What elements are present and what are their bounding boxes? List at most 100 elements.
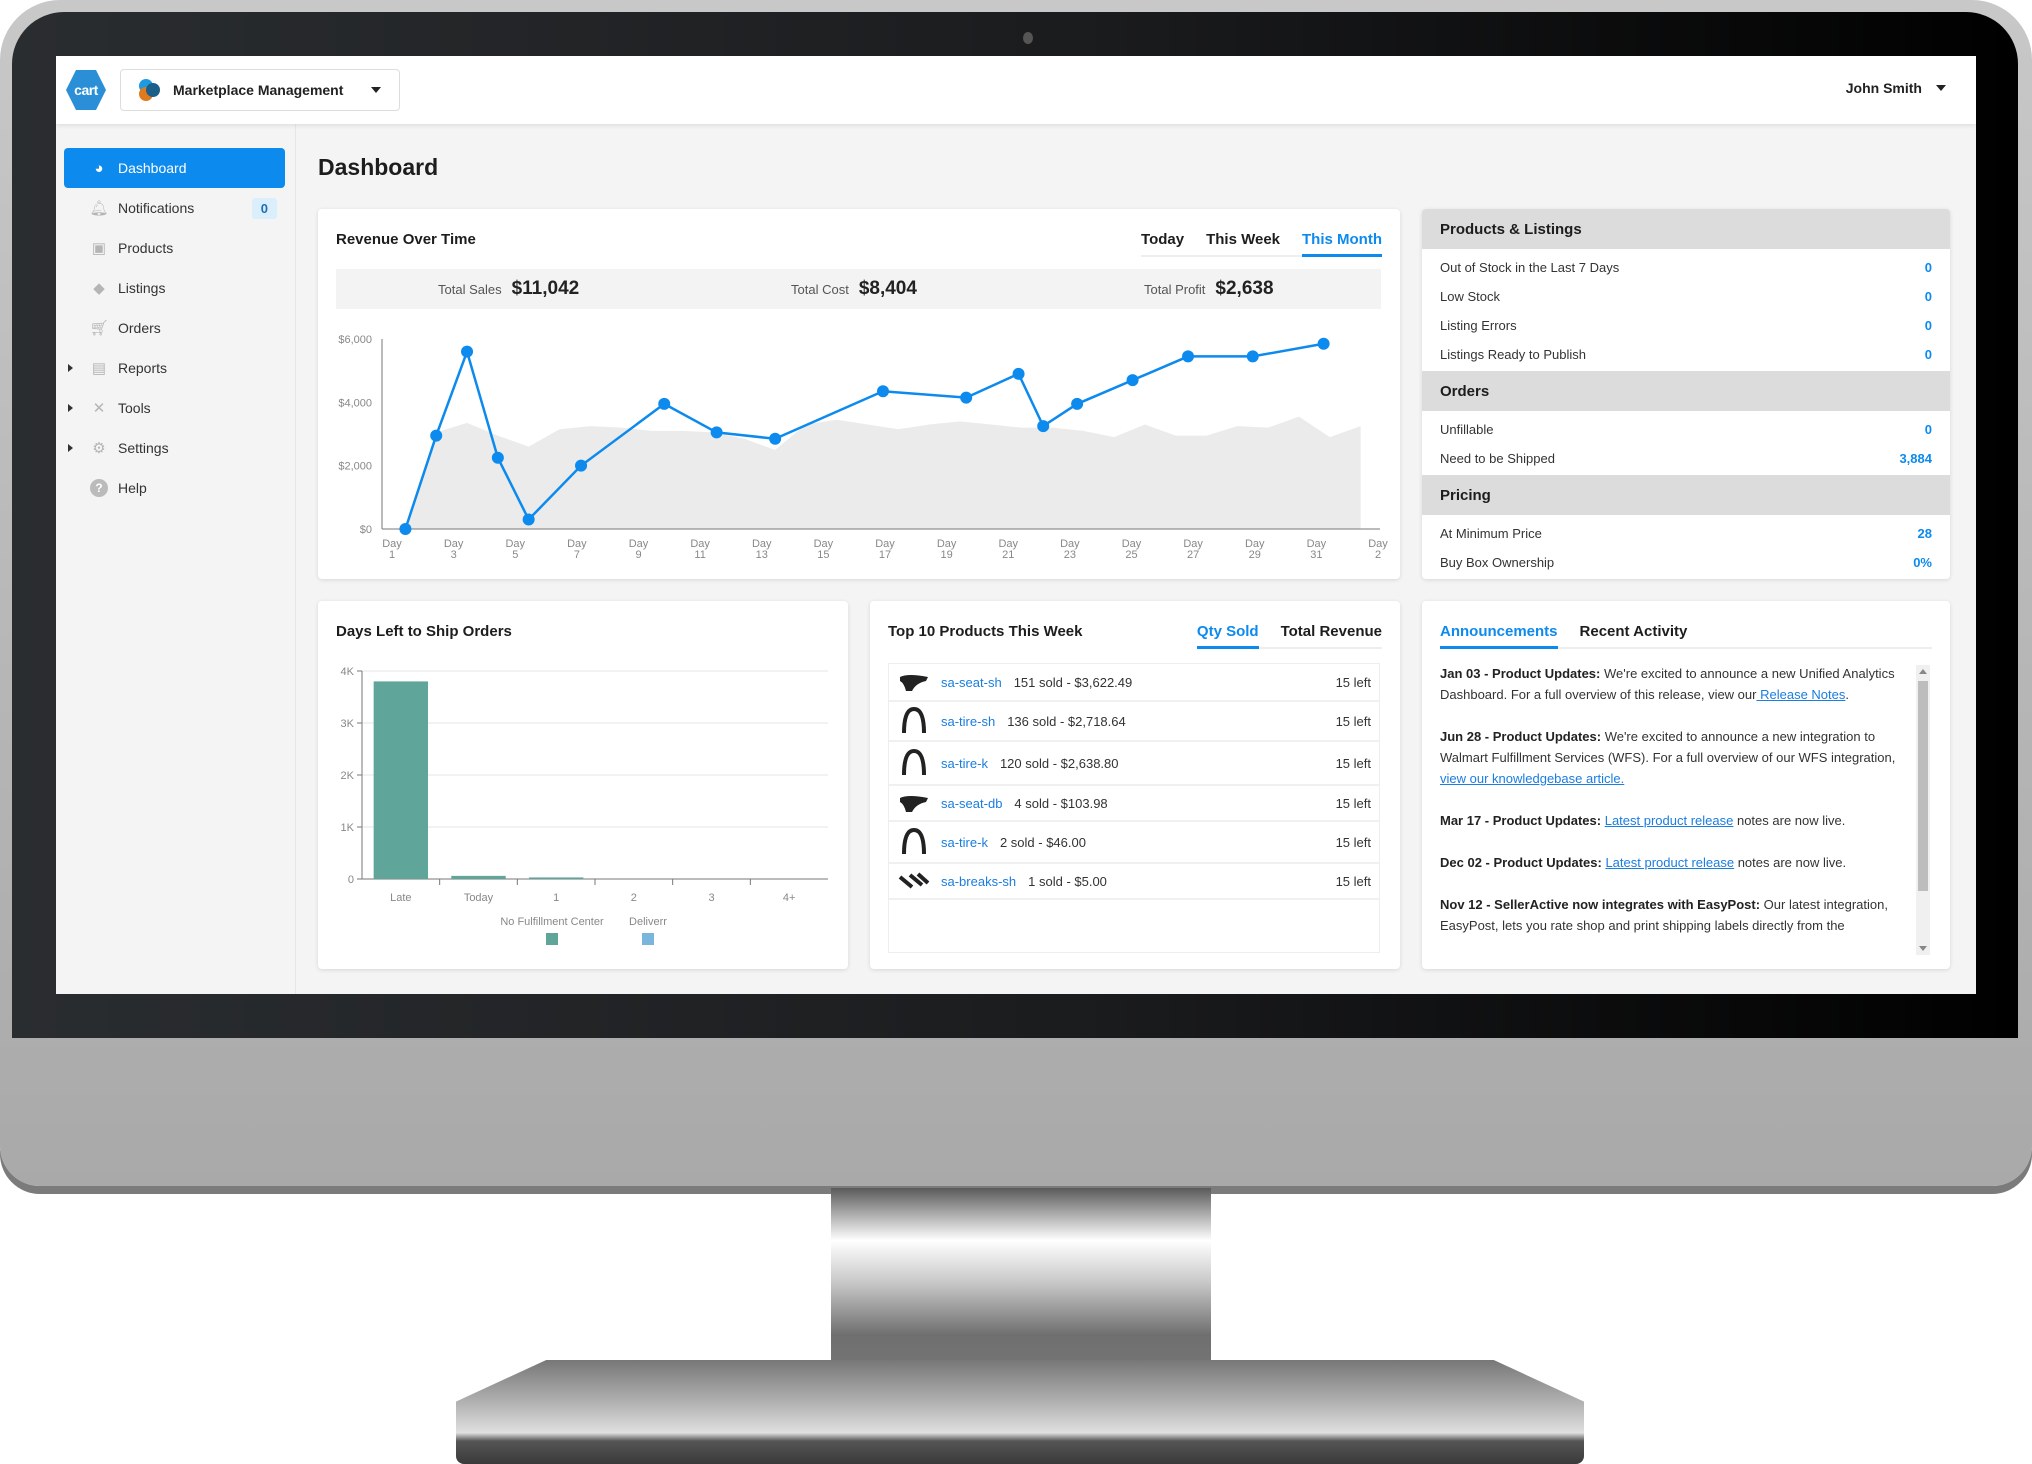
revenue-data-point[interactable]: [430, 429, 443, 442]
announcement-scrollbar[interactable]: [1916, 665, 1930, 955]
stat-value[interactable]: 28: [1918, 526, 1932, 541]
bar-no-fulfillment-center[interactable]: [373, 681, 429, 879]
x-tick-label: Day 9: [629, 538, 649, 561]
revenue-data-point[interactable]: [1037, 420, 1050, 433]
product-list: sa-seat-sh 151 sold - $3,622.49 15 left sa-…: [888, 663, 1380, 953]
tab-recent-activity[interactable]: Recent Activity: [1580, 623, 1688, 649]
sidebar-item-notifications[interactable]: 🔔︎ Notifications 0: [64, 188, 285, 228]
x-tick-label: Day 11: [690, 538, 710, 561]
announcement-heading: Nov 12 - SellerActive now integrates wit…: [1440, 897, 1761, 912]
chevron-down-icon: [371, 87, 381, 93]
tab-announcements[interactable]: Announcements: [1440, 623, 1558, 649]
sidebar-item-tools[interactable]: ✕ Tools: [64, 388, 285, 428]
box-icon: ▣: [91, 240, 107, 257]
y-tick-label: $2,000: [338, 461, 372, 473]
revenue-data-point[interactable]: [1012, 367, 1025, 380]
product-sku-link[interactable]: sa-breaks-sh: [941, 874, 1016, 889]
sidebar-item-help[interactable]: ? Help: [64, 468, 285, 508]
stats-row-buy-box-ownership[interactable]: Buy Box Ownership 0%: [1422, 548, 1950, 577]
stats-row-out-of-stock-in-the-last-7-days[interactable]: Out of Stock in the Last 7 Days 0: [1422, 253, 1950, 282]
announcement-link[interactable]: Latest product release: [1605, 813, 1734, 828]
product-sku-link[interactable]: sa-tire-k: [941, 756, 988, 771]
product-sku-link[interactable]: sa-seat-sh: [941, 675, 1002, 690]
stat-value[interactable]: 0%: [1913, 555, 1932, 570]
revenue-data-point[interactable]: [1246, 350, 1259, 363]
announcements-card: Announcements Recent Activity Jan 03 - Pr…: [1422, 601, 1950, 969]
revenue-data-point[interactable]: [769, 432, 782, 445]
announcement-link[interactable]: view our knowledgebase article.: [1440, 771, 1624, 786]
x-tick-label: Day 25: [1122, 538, 1142, 561]
sidebar-item-products[interactable]: ▣ Products: [64, 228, 285, 268]
product-row: sa-tire-k 2 sold - $46.00 15 left: [889, 822, 1379, 864]
stats-row-listings-ready-to-publish[interactable]: Listings Ready to Publish 0: [1422, 340, 1950, 369]
bar-no-fulfillment-center[interactable]: [451, 875, 506, 879]
revenue-data-point[interactable]: [522, 513, 535, 526]
tab-this-month[interactable]: This Month: [1302, 231, 1382, 257]
expand-arrow-icon[interactable]: [68, 444, 73, 452]
tab-this-week[interactable]: This Week: [1206, 231, 1280, 257]
sidebar-item-listings[interactable]: ◆ Listings: [64, 268, 285, 308]
revenue-data-point[interactable]: [658, 397, 671, 410]
sidebar-item-label: Reports: [118, 360, 168, 376]
tab-qty-sold[interactable]: Qty Sold: [1196, 623, 1259, 649]
revenue-data-point[interactable]: [960, 391, 973, 404]
bell-icon: 🔔︎: [89, 200, 109, 217]
revenue-data-point[interactable]: [399, 523, 412, 535]
expand-arrow-icon[interactable]: [68, 364, 73, 372]
stat-value[interactable]: 3,884: [1899, 451, 1932, 466]
sidebar-item-reports[interactable]: ▤ Reports: [64, 348, 285, 388]
announcement-link[interactable]: Release Notes: [1756, 687, 1845, 702]
bar-no-fulfillment-center[interactable]: [528, 877, 584, 879]
x-tick-label: Day 5: [505, 538, 525, 561]
sidebar-item-orders[interactable]: 🛒︎ Orders: [64, 308, 285, 348]
revenue-data-point[interactable]: [575, 459, 588, 472]
stats-row-listing-errors[interactable]: Listing Errors 0: [1422, 311, 1950, 340]
legend-swatch[interactable]: [546, 933, 558, 945]
cart-icon: 🛒︎: [89, 320, 109, 337]
app-switcher-dropdown[interactable]: Marketplace Management: [120, 69, 400, 111]
revenue-data-point[interactable]: [1182, 350, 1195, 363]
product-sku-link[interactable]: sa-tire-sh: [941, 714, 995, 729]
stat-value[interactable]: 0: [1925, 422, 1932, 437]
tools-icon: ✕: [92, 400, 106, 417]
stat-value[interactable]: 0: [1925, 318, 1932, 333]
legend-swatch[interactable]: [642, 933, 654, 945]
sidebar-item-dashboard[interactable]: ◕ Dashboard: [64, 148, 285, 188]
sidebar-item-label: Orders: [118, 320, 161, 336]
sidebar-item-settings[interactable]: ⚙ Settings: [64, 428, 285, 468]
total-cost-label: Total Cost: [791, 282, 849, 297]
legend-label: No Fulfillment Center: [500, 916, 604, 928]
stat-value[interactable]: 0: [1925, 347, 1932, 362]
stats-row-low-stock[interactable]: Low Stock 0: [1422, 282, 1950, 311]
tab-today[interactable]: Today: [1141, 231, 1184, 257]
revenue-data-point[interactable]: [877, 385, 889, 398]
tab-total-revenue[interactable]: Total Revenue: [1281, 623, 1382, 649]
revenue-data-point[interactable]: [710, 426, 723, 439]
scroll-down-icon[interactable]: [1919, 946, 1927, 951]
total-profit-value: $2,638: [1215, 278, 1274, 299]
stats-row-at-minimum-price[interactable]: At Minimum Price 28: [1422, 519, 1950, 548]
stat-value[interactable]: 0: [1925, 289, 1932, 304]
product-sku-link[interactable]: sa-seat-db: [941, 796, 1002, 811]
expand-arrow-icon[interactable]: [68, 404, 73, 412]
revenue-data-point[interactable]: [1126, 374, 1139, 387]
stats-row-unfillable[interactable]: Unfillable 0: [1422, 415, 1950, 444]
cart-logo[interactable]: cart: [66, 70, 106, 110]
announcement-link[interactable]: Latest product release: [1605, 855, 1734, 870]
revenue-data-point[interactable]: [461, 345, 474, 358]
revenue-data-point[interactable]: [1317, 337, 1330, 350]
user-menu[interactable]: John Smith: [1846, 80, 1946, 96]
logo-text: cart: [74, 82, 98, 98]
sidebar-item-label: Tools: [118, 400, 151, 416]
stat-label: Need to be Shipped: [1440, 451, 1555, 466]
stats-row-need-to-be-shipped[interactable]: Need to be Shipped 3,884: [1422, 444, 1950, 473]
scroll-thumb[interactable]: [1918, 681, 1928, 891]
product-sku-link[interactable]: sa-tire-k: [941, 835, 988, 850]
product-stock: 15 left: [1335, 795, 1371, 811]
revenue-data-point[interactable]: [491, 451, 504, 464]
revenue-data-point[interactable]: [1071, 397, 1084, 410]
stats-card: Products & Listings Out of Stock in the L…: [1422, 209, 1950, 579]
stat-value[interactable]: 0: [1925, 260, 1932, 275]
scroll-up-icon[interactable]: [1919, 669, 1927, 674]
x-tick-label: Day 27: [1183, 538, 1203, 561]
